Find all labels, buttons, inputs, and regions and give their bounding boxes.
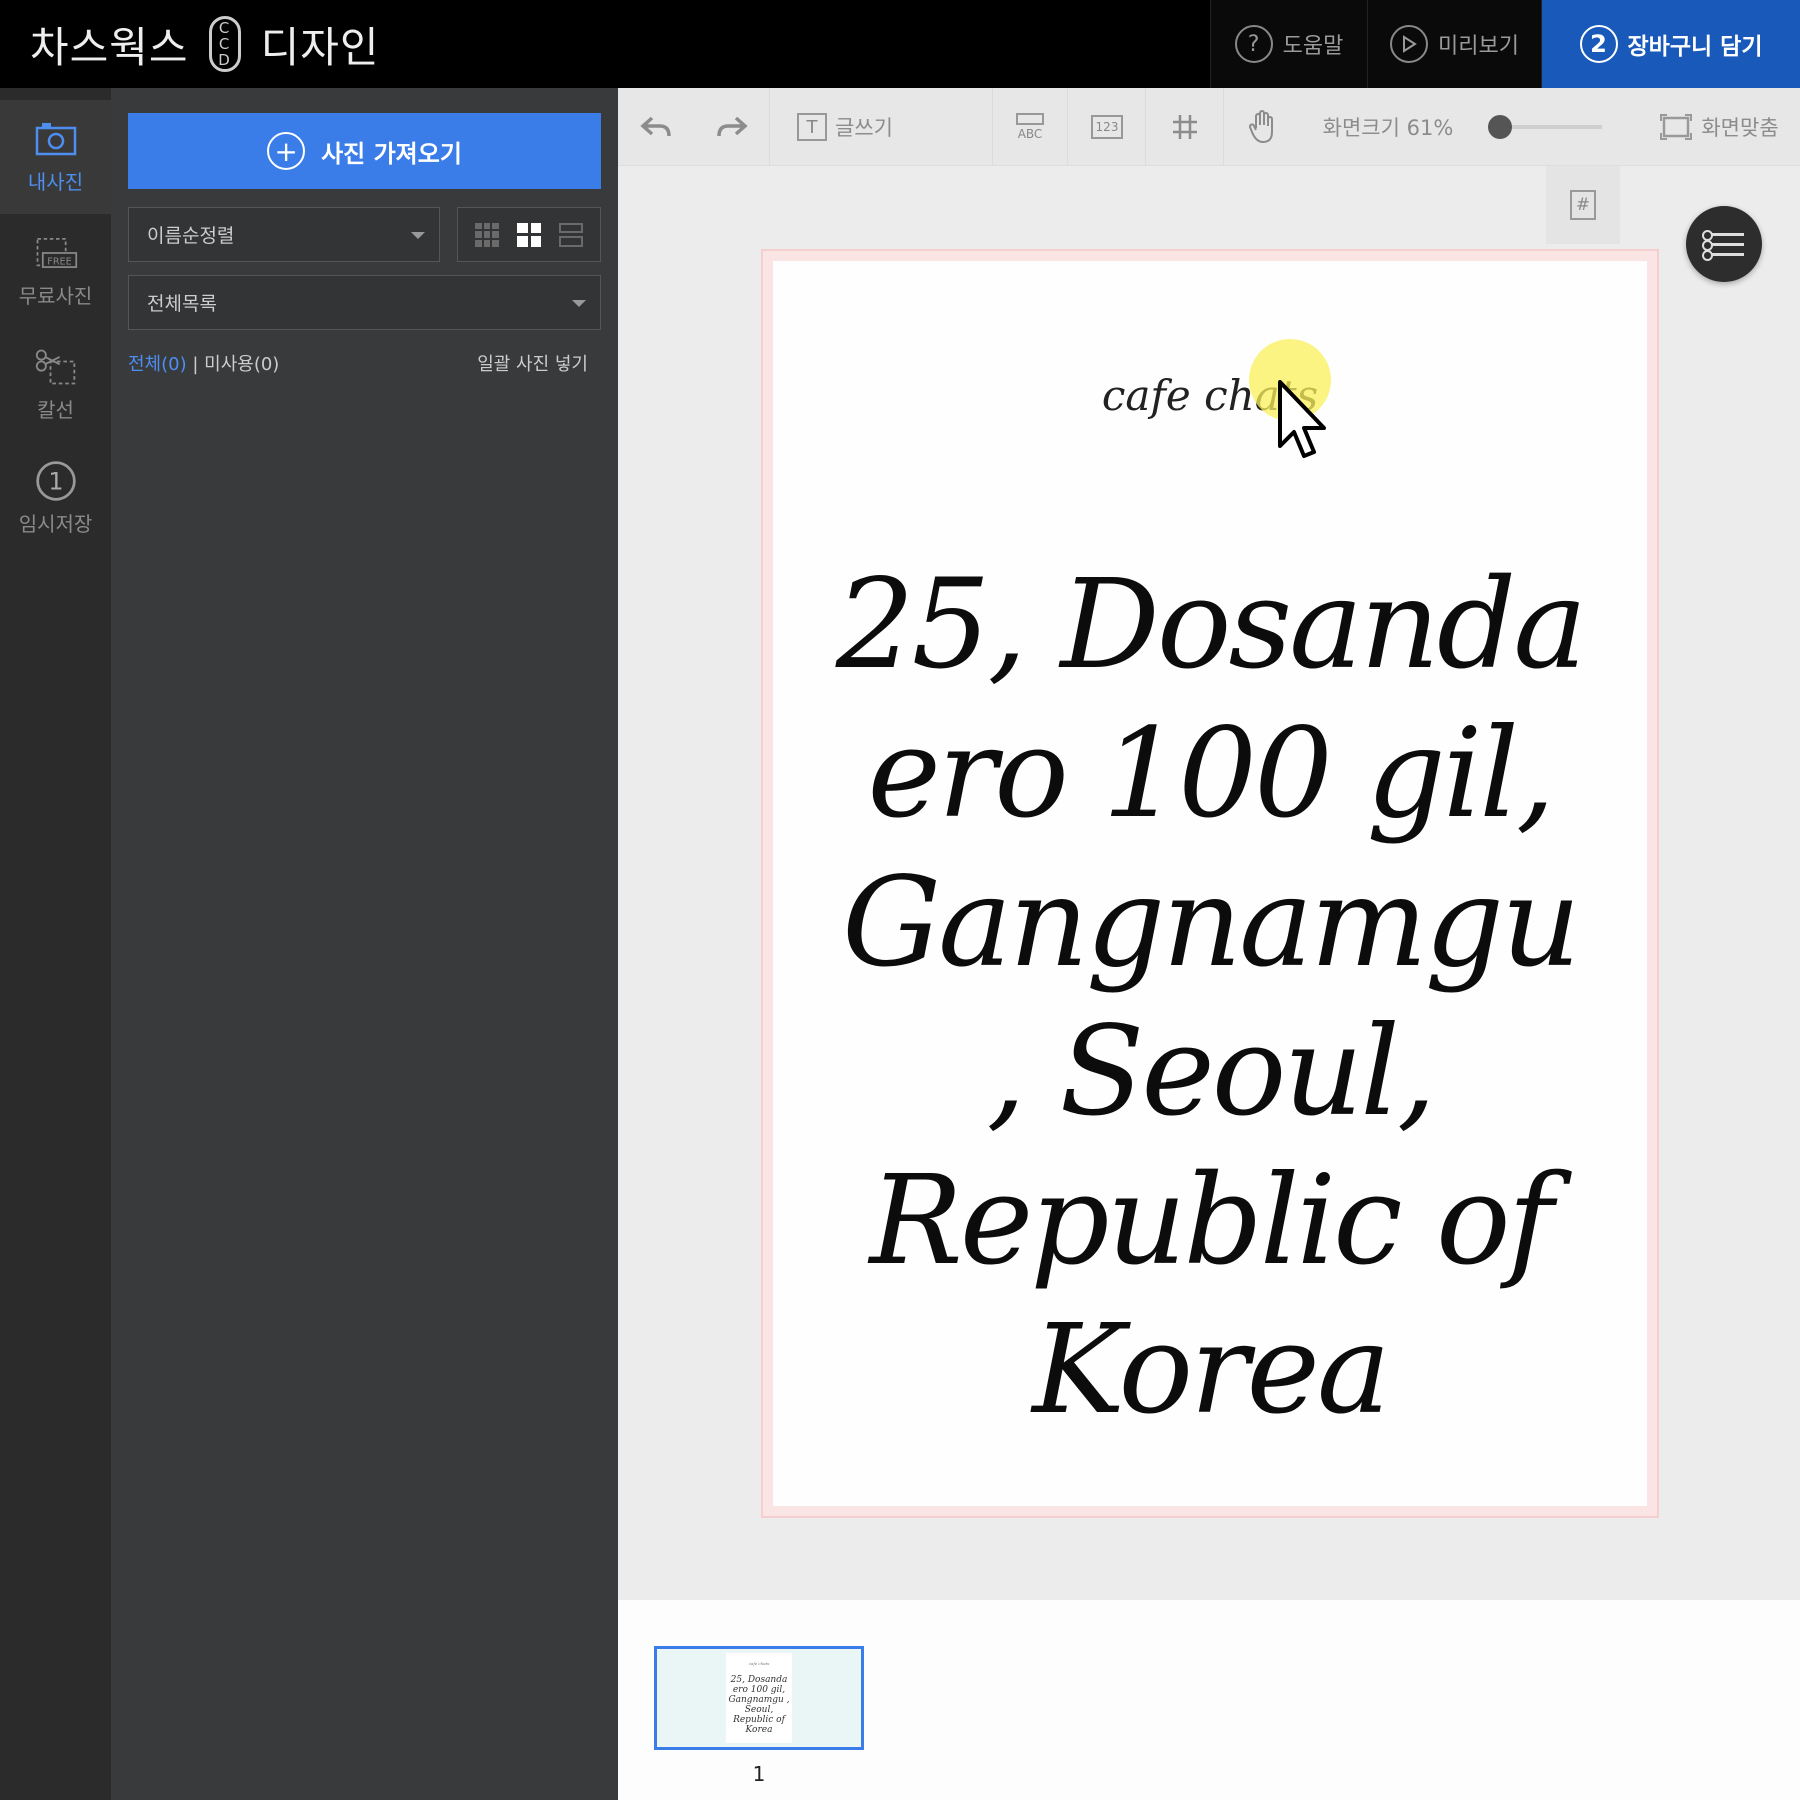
preview-label: 미리보기 bbox=[1438, 34, 1519, 59]
address-line: ero 100 gil, bbox=[867, 702, 1556, 846]
cafe-name-text[interactable]: cafe chats bbox=[773, 371, 1647, 420]
brand: 차스웍스 C C D 디자인 bbox=[30, 14, 379, 74]
abc-icon: ABC bbox=[1016, 113, 1044, 141]
album-select-value: 전체목록 bbox=[147, 293, 217, 315]
list-icon bbox=[1702, 229, 1744, 241]
hand-icon bbox=[1248, 110, 1273, 144]
page-settings-button[interactable]: # bbox=[1546, 166, 1620, 244]
write-text-button[interactable]: T 글쓰기 bbox=[770, 88, 920, 166]
write-text-label: 글쓰기 bbox=[835, 116, 893, 140]
address-text[interactable]: 25, Dosanda ero 100 gil, Gangnamgu , Seo… bbox=[773, 551, 1647, 1445]
photo-panel: + 사진 가져오기 이름순정렬 전체목록 전체(0) | 미사용(0) 일괄 사… bbox=[111, 88, 618, 1800]
address-line: Korea bbox=[1032, 1298, 1391, 1442]
address-line: 25, Dosanda bbox=[835, 553, 1587, 697]
page-hash-icon: # bbox=[1570, 190, 1596, 220]
top-bar: 차스웍스 C C D 디자인 ? 도움말 미리보기 2 장바구니 담기 bbox=[0, 0, 1800, 88]
camera-icon bbox=[34, 120, 78, 158]
free-badge: FREE bbox=[47, 256, 72, 267]
mouse-cursor-icon bbox=[1278, 380, 1326, 458]
logo-letter: D bbox=[218, 51, 231, 69]
add-to-cart-label: 장바구니 담기 bbox=[1627, 34, 1763, 60]
help-button[interactable]: ? 도움말 bbox=[1210, 0, 1367, 88]
layers-menu-button[interactable] bbox=[1686, 206, 1762, 282]
fit-to-screen-label: 화면맞춤 bbox=[1701, 116, 1779, 140]
editor-app: 차스웍스 C C D 디자인 ? 도움말 미리보기 2 장바구니 담기 내사진 … bbox=[0, 0, 1800, 1800]
design-page[interactable]: cafe chats 25, Dosanda ero 100 gil, Gang… bbox=[761, 249, 1659, 1518]
rail-item-label: 내사진 bbox=[27, 169, 84, 194]
grid-small-view-icon[interactable] bbox=[475, 222, 499, 247]
address-line: Republic of bbox=[869, 1149, 1553, 1293]
page-thumbnail-strip: cafe chats 25, Dosanda ero 100 gil, Gang… bbox=[618, 1600, 1800, 1800]
zoom-slider-handle[interactable] bbox=[1488, 115, 1512, 139]
design-workspace: T 글쓰기 ABC 123 화면크기 61% 화면맞춤 # cafe chats… bbox=[618, 88, 1800, 1800]
editor-toolbar: T 글쓰기 ABC 123 화면크기 61% 화면맞춤 bbox=[618, 88, 1800, 166]
view-mode-toggle bbox=[457, 207, 601, 262]
grid-icon bbox=[1173, 115, 1197, 139]
logo-letter: C bbox=[218, 35, 231, 53]
step-1-icon: 1 bbox=[48, 467, 63, 495]
photo-filter-row: 전체(0) | 미사용(0) 일괄 사진 넣기 bbox=[128, 350, 588, 376]
redo-button[interactable] bbox=[694, 88, 770, 166]
bulk-insert-link[interactable]: 일괄 사진 넣기 bbox=[477, 350, 588, 376]
redo-icon bbox=[717, 116, 748, 137]
number-box-icon: 123 bbox=[1091, 115, 1123, 139]
preview-button[interactable]: 미리보기 bbox=[1367, 0, 1541, 88]
thumbnail-subtitle: cafe chats bbox=[748, 1661, 770, 1666]
import-photos-label: 사진 가져오기 bbox=[321, 139, 462, 168]
fit-to-screen-button[interactable]: 화면맞춤 bbox=[1638, 88, 1800, 166]
left-tool-rail: 내사진 FREE 무료사진 칼선 1 임시저장 bbox=[0, 88, 111, 1800]
sort-select[interactable]: 이름순정렬 bbox=[128, 207, 440, 262]
rail-item-temp-save[interactable]: 1 임시저장 bbox=[0, 442, 111, 556]
fit-screen-icon bbox=[1660, 114, 1693, 140]
temp-save-icon: 1 bbox=[34, 460, 78, 501]
page-safe-area: cafe chats 25, Dosanda ero 100 gil, Gang… bbox=[773, 261, 1647, 1506]
play-icon bbox=[1390, 25, 1429, 63]
plus-circle-icon: + bbox=[267, 132, 306, 170]
rail-item-free-photos[interactable]: FREE 무료사진 bbox=[0, 214, 111, 328]
brand-title: 차스웍스 bbox=[30, 22, 189, 72]
thumbnail-text: 25, Dosanda ero 100 gil, Gangnamgu , Seo… bbox=[728, 1675, 790, 1735]
chevron-down-icon bbox=[411, 231, 425, 239]
album-select[interactable]: 전체목록 bbox=[128, 275, 601, 330]
filter-unused-link[interactable]: 미사용(0) bbox=[204, 354, 279, 375]
help-label: 도움말 bbox=[1282, 34, 1344, 59]
rail-item-label: 칼선 bbox=[37, 397, 74, 422]
address-line: , Seoul, bbox=[986, 1000, 1437, 1144]
thumbnail-preview: cafe chats 25, Dosanda ero 100 gil, Gang… bbox=[726, 1653, 792, 1743]
page-thumbnail[interactable]: cafe chats 25, Dosanda ero 100 gil, Gang… bbox=[654, 1646, 864, 1750]
rail-item-label: 임시저장 bbox=[18, 511, 93, 536]
sort-select-value: 이름순정렬 bbox=[147, 225, 235, 247]
undo-button[interactable] bbox=[618, 88, 694, 166]
help-icon: ? bbox=[1234, 25, 1273, 63]
filter-all-link[interactable]: 전체(0) bbox=[128, 354, 187, 375]
brand-logo-icon: C C D bbox=[208, 16, 241, 72]
address-line: Gangnamgu bbox=[842, 851, 1581, 995]
zoom-label: 화면크기 61% bbox=[1322, 116, 1454, 140]
page-number-button[interactable]: 123 bbox=[1068, 88, 1146, 166]
filter-separator: | bbox=[186, 354, 205, 375]
import-photos-button[interactable]: + 사진 가져오기 bbox=[128, 113, 601, 189]
brand-subtitle: 디자인 bbox=[260, 22, 380, 72]
step-2-icon: 2 bbox=[1579, 25, 1618, 63]
free-photo-icon: FREE bbox=[34, 234, 78, 272]
grid-large-view-icon[interactable] bbox=[517, 222, 541, 247]
scissors-icon bbox=[34, 348, 78, 386]
logo-letter: C bbox=[218, 19, 231, 37]
chevron-down-icon bbox=[572, 299, 586, 307]
list-view-icon[interactable] bbox=[559, 222, 583, 247]
spellcheck-button[interactable]: ABC bbox=[992, 88, 1068, 166]
grid-toggle-button[interactable] bbox=[1146, 88, 1224, 166]
rail-item-my-photos[interactable]: 내사진 bbox=[0, 100, 111, 214]
rail-item-cut-line[interactable]: 칼선 bbox=[0, 328, 111, 442]
text-box-icon: T bbox=[797, 113, 828, 141]
pan-tool-button[interactable] bbox=[1224, 88, 1302, 166]
rail-item-label: 무료사진 bbox=[18, 283, 93, 308]
undo-icon bbox=[640, 116, 671, 137]
add-to-cart-button[interactable]: 2 장바구니 담기 bbox=[1541, 0, 1800, 88]
page-number: 1 bbox=[752, 1762, 766, 1786]
